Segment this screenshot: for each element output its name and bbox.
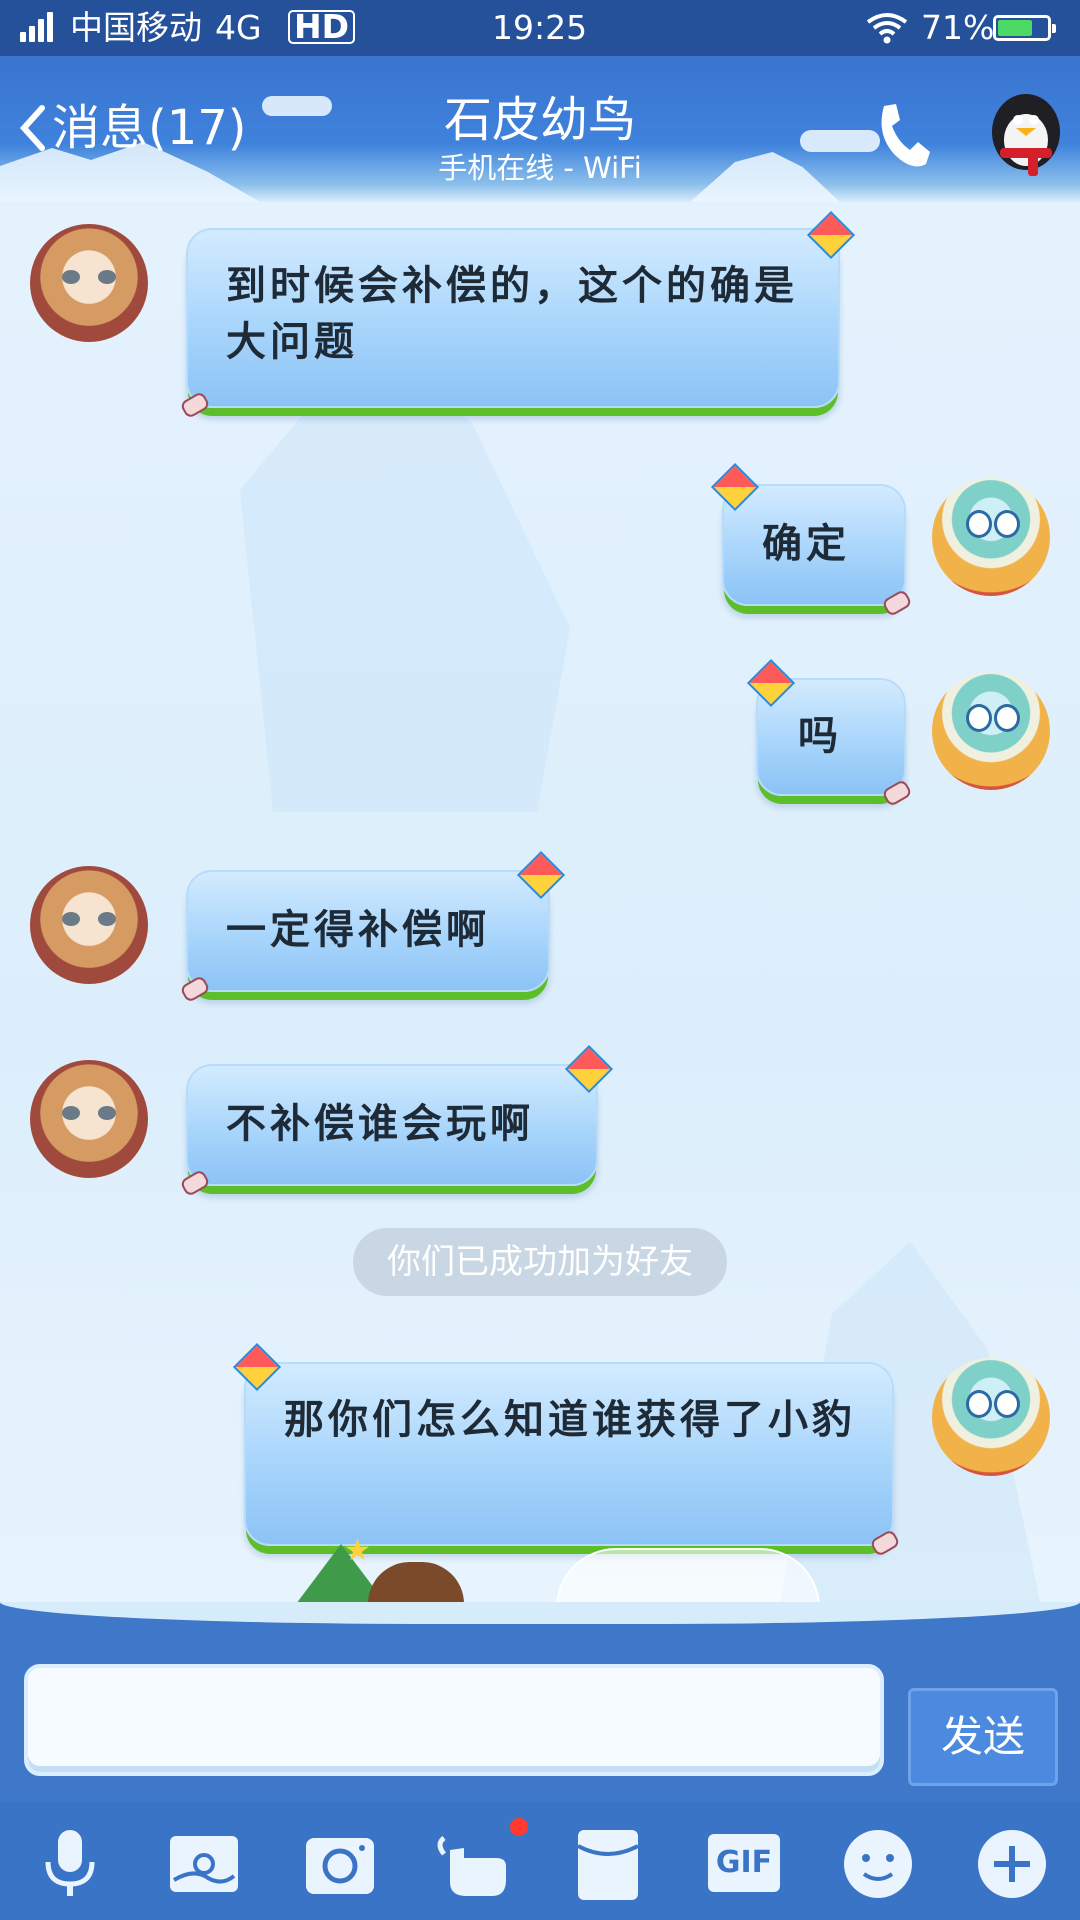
message-text: 到时候会补偿的，这个的确是大问题 [226,263,798,365]
boy-character-decoration [368,1562,464,1602]
kite-icon [232,1342,282,1392]
gif-button[interactable]: GIF [704,1824,784,1904]
clock: 19:25 [492,8,588,47]
photo-album-button[interactable] [164,1824,244,1904]
kite-icon [710,462,760,512]
wifi-icon [866,13,908,44]
my-avatar[interactable] [932,1358,1050,1476]
message-bubble[interactable]: 到时候会补偿的，这个的确是大问题 [179,210,856,420]
pin-icon [179,974,211,1004]
message-bubble[interactable]: 那你们怎么知道谁获得了小豹 [232,1342,901,1558]
pin-icon [179,1168,211,1198]
send-button[interactable]: 发送 [908,1688,1058,1786]
contact-avatar[interactable] [30,1060,148,1178]
hd-badge: HD [288,10,356,44]
red-packet-icon [577,1830,639,1900]
battery-icon [993,15,1056,41]
message-bubble[interactable]: 一定得补偿啊 [179,850,566,1004]
girl-character-decoration [556,1548,820,1602]
microphone-icon [45,1830,95,1896]
input-bar: 发送 [0,1602,1080,1802]
kite-icon [746,658,796,708]
my-avatar[interactable] [932,672,1050,790]
phone-icon [881,104,930,167]
gesture-icon [437,1836,506,1896]
penguin-icon [992,94,1060,176]
message-text: 不补偿谁会玩啊 [226,1101,534,1147]
contact-avatar[interactable] [30,866,148,984]
more-button[interactable] [972,1824,1052,1904]
kite-icon [806,210,856,260]
camera-button[interactable] [300,1824,380,1904]
chat-area[interactable]: 到时候会补偿的，这个的确是大问题 确定 吗 一定得补偿啊 不补偿谁会玩啊 那你们… [0,202,1080,1602]
network-label: 4G [215,8,262,47]
call-button[interactable] [872,100,932,172]
system-notice: 你们已成功加为好友 [353,1228,727,1296]
pin-icon [179,390,211,420]
message-input[interactable] [24,1664,884,1776]
contact-avatar[interactable] [30,224,148,342]
gesture-button[interactable] [430,1818,528,1904]
plus-icon [978,1830,1046,1898]
notification-dot [510,1818,528,1836]
profile-button[interactable] [988,90,1064,182]
pin-icon [881,778,913,808]
message-bubble[interactable]: 不补偿谁会玩啊 [179,1044,614,1198]
emoji-icon [844,1830,912,1898]
message-bubble[interactable]: 确定 [710,462,913,618]
emoji-button[interactable] [838,1824,918,1904]
back-button[interactable]: 消息(17) [18,96,247,160]
contact-name[interactable]: 石皮幼鸟 [340,90,740,150]
camera-icon [306,1838,374,1894]
voice-button[interactable] [30,1824,110,1904]
chat-header: 消息(17) 石皮幼鸟 手机在线 - WiFi [0,56,1080,202]
message-bubble[interactable]: 吗 [746,658,913,808]
star-icon: ★ [344,1533,371,1568]
message-text: 吗 [798,713,842,759]
chevron-left-icon [19,105,45,151]
input-toolbar: GIF [0,1802,1080,1920]
kite-icon [516,850,566,900]
my-avatar[interactable] [932,478,1050,596]
pin-icon [881,588,913,618]
carrier-label: 中国移动 [70,8,202,47]
signal-icon [20,0,54,56]
gif-label: GIF [715,1845,773,1880]
kite-icon [564,1044,614,1094]
status-bar: 中国移动 4G HD 19:25 71% [0,0,1080,56]
gif-icon: GIF [708,1834,780,1892]
message-text: 确定 [762,521,850,567]
red-packet-button[interactable] [568,1824,648,1904]
presence-status: 手机在线 - WiFi [438,151,642,185]
back-label: 消息(17) [52,100,247,156]
message-text: 一定得补偿啊 [226,907,490,953]
message-text: 那你们怎么知道谁获得了小豹 [284,1397,856,1443]
image-icon [170,1836,238,1892]
battery-percent: 71% [921,8,995,47]
